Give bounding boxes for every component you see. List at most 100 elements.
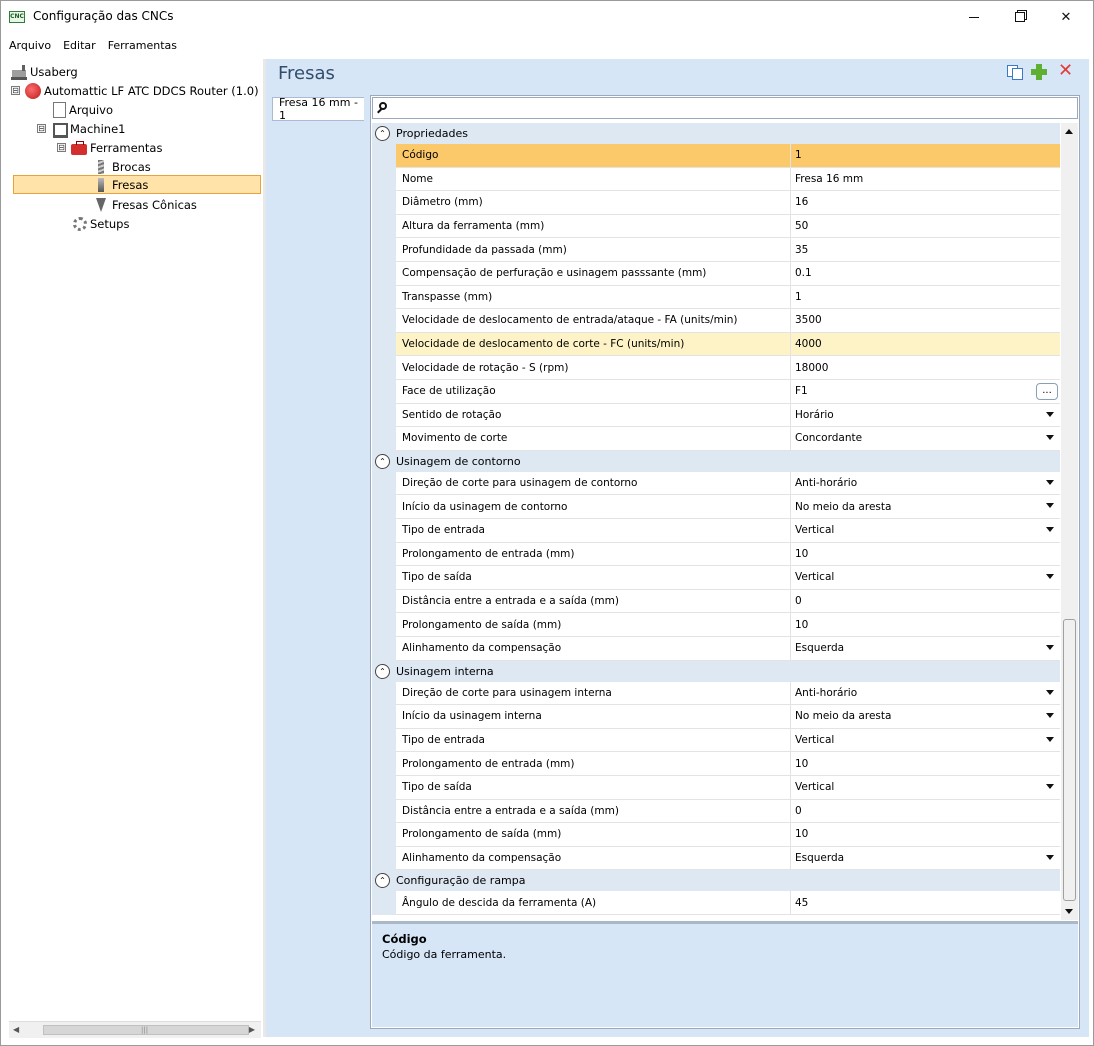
dropdown-arrow-icon[interactable] bbox=[1046, 689, 1054, 695]
property-row[interactable]: Início da usinagem interna No meio da are… bbox=[396, 705, 1060, 729]
property-row[interactable]: Prolongamento de entrada (mm) 10 bbox=[396, 542, 1060, 567]
tree-node-machine1[interactable]: ⊟ Machine1 bbox=[37, 119, 125, 138]
property-row[interactable]: Prolongamento de entrada (mm) 10 bbox=[396, 752, 1060, 776]
property-value[interactable]: Vertical bbox=[791, 566, 1060, 589]
property-value[interactable]: Fresa 16 mm bbox=[791, 168, 1060, 191]
property-row[interactable]: Velocidade de rotação - S (rpm) 18000 bbox=[396, 356, 1060, 380]
dropdown-arrow-icon[interactable] bbox=[1046, 479, 1054, 485]
scroll-up-icon[interactable] bbox=[1065, 129, 1073, 134]
property-value[interactable]: 16 bbox=[791, 191, 1060, 214]
property-row[interactable]: Profundidade da passada (mm) 35 bbox=[396, 238, 1060, 262]
property-row[interactable]: Face de utilização F1... bbox=[396, 380, 1060, 404]
property-value[interactable]: 35 bbox=[791, 238, 1060, 261]
ellipsis-button[interactable]: ... bbox=[1036, 383, 1058, 400]
property-grid-scrollbar[interactable] bbox=[1061, 123, 1078, 920]
property-value[interactable]: 10 bbox=[791, 752, 1060, 775]
property-value[interactable]: 10 bbox=[791, 823, 1060, 846]
property-value[interactable]: 1 bbox=[791, 144, 1060, 167]
dropdown-arrow-icon[interactable] bbox=[1046, 854, 1054, 860]
property-value[interactable]: Vertical bbox=[791, 776, 1060, 799]
tree-horizontal-scrollbar[interactable]: ◀ ||| ▶ bbox=[9, 1021, 261, 1038]
dropdown-arrow-icon[interactable] bbox=[1046, 736, 1054, 742]
close-button[interactable]: ✕ bbox=[1043, 1, 1089, 33]
tree-node-arquivo[interactable]: Arquivo bbox=[53, 100, 113, 119]
property-value[interactable]: 0 bbox=[791, 800, 1060, 823]
minimize-button[interactable] bbox=[951, 1, 997, 33]
property-value[interactable]: 1 bbox=[791, 286, 1060, 309]
scroll-right-icon[interactable]: ▶ bbox=[249, 1025, 255, 1034]
property-row[interactable]: Nome Fresa 16 mm bbox=[396, 167, 1060, 192]
collapse-chevron-icon[interactable]: ⌃ bbox=[375, 126, 390, 141]
collapse-toggle[interactable]: ⊟ bbox=[37, 124, 46, 133]
scroll-left-icon[interactable]: ◀ bbox=[13, 1025, 19, 1034]
property-value[interactable]: No meio da aresta bbox=[791, 495, 1060, 518]
dropdown-arrow-icon[interactable] bbox=[1046, 645, 1054, 650]
menu-arquivo[interactable]: Arquivo bbox=[9, 39, 61, 52]
property-row[interactable]: Movimento de corte Concordante bbox=[396, 427, 1060, 451]
property-row[interactable]: Prolongamento de saída (mm) 10 bbox=[396, 823, 1060, 847]
property-row[interactable]: Transpasse (mm) 1 bbox=[396, 285, 1060, 310]
property-value[interactable]: Esquerda bbox=[791, 847, 1060, 870]
copy-icon[interactable] bbox=[1007, 65, 1023, 80]
property-search-bar[interactable] bbox=[372, 97, 1078, 119]
dropdown-arrow-icon[interactable] bbox=[1046, 411, 1054, 417]
dropdown-arrow-icon[interactable] bbox=[1046, 713, 1054, 719]
tree-node-fresas[interactable]: Fresas bbox=[13, 175, 261, 194]
property-row[interactable]: Diâmetro (mm) 16 bbox=[396, 191, 1060, 215]
add-icon[interactable] bbox=[1031, 64, 1047, 80]
property-value[interactable]: Vertical bbox=[791, 519, 1060, 542]
property-value[interactable]: 0.1 bbox=[791, 262, 1060, 285]
tree-node-setups[interactable]: Setups bbox=[73, 214, 129, 233]
property-row[interactable]: Alinhamento da compensação Esquerda bbox=[396, 637, 1060, 661]
property-row[interactable]: Sentido de rotação Horário bbox=[396, 403, 1060, 428]
property-row[interactable]: Ângulo de descida da ferramenta (A) 45 bbox=[396, 891, 1060, 915]
property-value[interactable]: 10 bbox=[791, 543, 1060, 566]
property-row[interactable]: Compensação de perfuração e usinagem pas… bbox=[396, 262, 1060, 286]
dropdown-arrow-icon[interactable] bbox=[1046, 435, 1054, 441]
property-value[interactable]: 18000 bbox=[791, 356, 1060, 379]
property-row[interactable]: Início da usinagem de contorno No meio da… bbox=[396, 495, 1060, 519]
dropdown-arrow-icon[interactable] bbox=[1046, 784, 1054, 789]
property-row[interactable]: Velocidade de deslocamento de entrada/at… bbox=[396, 309, 1060, 333]
property-value[interactable]: No meio da aresta bbox=[791, 705, 1060, 728]
delete-icon[interactable]: ✕ bbox=[1058, 61, 1073, 81]
property-row[interactable]: Distância entre a entrada e a saída (mm)… bbox=[396, 799, 1060, 824]
property-value[interactable]: 0 bbox=[791, 590, 1060, 613]
property-row[interactable]: Código 1 bbox=[396, 144, 1060, 168]
tree-node-usaberg[interactable]: Usaberg bbox=[11, 62, 78, 81]
property-row[interactable]: Tipo de entrada Vertical bbox=[396, 728, 1060, 753]
property-row[interactable]: Velocidade de deslocamento de corte - FC… bbox=[396, 332, 1060, 357]
scroll-down-icon[interactable] bbox=[1065, 909, 1073, 914]
property-row[interactable]: Distância entre a entrada e a saída (mm)… bbox=[396, 589, 1060, 614]
property-value[interactable]: 50 bbox=[791, 215, 1060, 238]
property-value[interactable]: Concordante bbox=[791, 427, 1060, 450]
property-value[interactable]: 3500 bbox=[791, 309, 1060, 332]
property-row[interactable]: Tipo de entrada Vertical bbox=[396, 519, 1060, 543]
property-row[interactable]: Direção de corte para usinagem interna An… bbox=[396, 681, 1060, 706]
property-value[interactable]: 4000 bbox=[791, 333, 1060, 356]
property-value[interactable]: Anti-horário bbox=[791, 472, 1060, 495]
collapse-toggle[interactable]: ⊟ bbox=[11, 86, 20, 95]
collapse-chevron-icon[interactable]: ⌃ bbox=[375, 453, 390, 469]
collapse-chevron-icon[interactable]: ⌃ bbox=[375, 663, 390, 679]
tree-node-router[interactable]: ⊟ Automattic LF ATC DDCS Router (1.0) bbox=[11, 81, 259, 100]
property-row[interactable]: Tipo de saída Vertical bbox=[396, 776, 1060, 800]
property-value[interactable]: Vertical bbox=[791, 729, 1060, 752]
property-row[interactable]: Alinhamento da compensação Esquerda bbox=[396, 846, 1060, 871]
tree-node-brocas[interactable]: Brocas bbox=[93, 157, 151, 176]
property-row[interactable]: Prolongamento de saída (mm) 10 bbox=[396, 613, 1060, 637]
category-usinagem-contorno[interactable]: ⌃ Usinagem de contorno bbox=[372, 450, 1060, 472]
property-row[interactable]: Direção de corte para usinagem de contor… bbox=[396, 471, 1060, 496]
dropdown-arrow-icon[interactable] bbox=[1046, 527, 1054, 532]
property-row[interactable]: Altura da ferramenta (mm) 50 bbox=[396, 214, 1060, 239]
property-row[interactable]: Tipo de saída Vertical bbox=[396, 566, 1060, 590]
property-value[interactable]: 45 bbox=[791, 891, 1060, 914]
tree-node-ferramentas[interactable]: ⊟ Ferramentas bbox=[57, 138, 162, 157]
property-value[interactable]: Anti-horário bbox=[791, 682, 1060, 705]
collapse-toggle[interactable]: ⊟ bbox=[57, 143, 66, 152]
tree-node-fresas-conicas[interactable]: Fresas Cônicas bbox=[93, 195, 197, 214]
collapse-chevron-icon[interactable]: ⌃ bbox=[375, 873, 390, 889]
tab-fresa-16mm[interactable]: Fresa 16 mm - 1 bbox=[272, 96, 364, 122]
property-value[interactable]: Esquerda bbox=[791, 637, 1060, 660]
property-value[interactable]: F1... bbox=[791, 380, 1060, 403]
